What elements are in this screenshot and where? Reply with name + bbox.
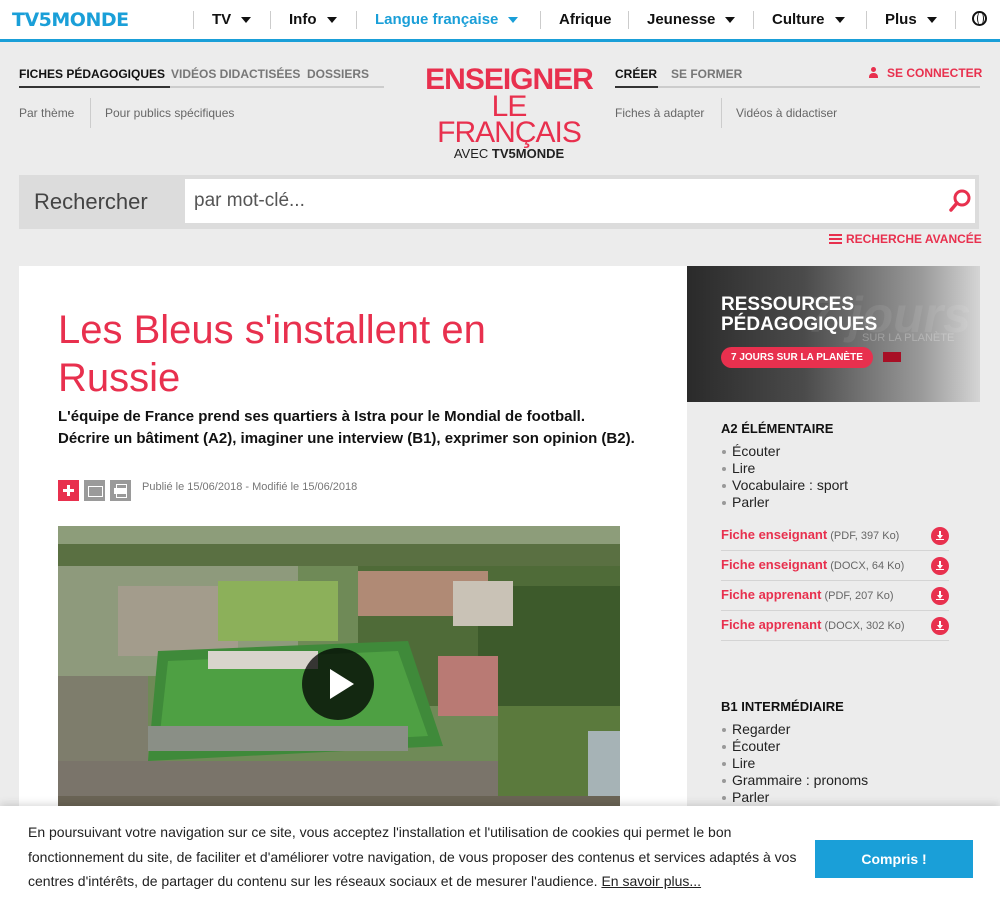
download-icon[interactable] xyxy=(931,556,949,575)
learn-more-link[interactable]: En savoir plus... xyxy=(601,873,701,889)
nav-separator xyxy=(628,11,629,29)
nav-separator xyxy=(270,11,271,29)
tab-active-indicator xyxy=(615,86,658,88)
mail-icon[interactable] xyxy=(84,480,105,501)
file-row[interactable]: Fiche apprenant (DOCX, 302 Ko) xyxy=(721,611,949,641)
video-player[interactable] xyxy=(58,526,620,826)
link-fiches-a-adapter[interactable]: Fiches à adapter xyxy=(615,106,704,120)
tab-se-former[interactable]: SE FORMER xyxy=(671,67,742,81)
tv5monde-logo[interactable]: TV5MONDE xyxy=(12,9,129,31)
article-title: Les Bleus s'installent en Russie xyxy=(58,308,486,400)
play-icon[interactable] xyxy=(302,648,374,720)
user-icon xyxy=(868,67,879,78)
search-icon[interactable] xyxy=(949,189,971,213)
search-label: Rechercher xyxy=(34,189,148,214)
nav-item-culture[interactable]: Culture xyxy=(772,11,845,28)
file-list-a2: Fiche enseignant (PDF, 397 Ko) Fiche ens… xyxy=(721,521,949,641)
print-icon[interactable] xyxy=(110,480,131,501)
chevron-down-icon xyxy=(326,17,337,24)
nav-separator xyxy=(540,11,541,29)
nav-separator xyxy=(866,11,867,29)
cookie-text: En poursuivant votre navigation sur ce s… xyxy=(28,824,797,889)
chevron-down-icon xyxy=(725,17,736,24)
list-item: Grammaire : pronoms xyxy=(721,772,868,789)
skills-list-b1: Regarder Écouter Lire Grammaire : pronom… xyxy=(721,721,868,806)
nav-item-langue-francaise[interactable]: Langue française xyxy=(375,11,519,28)
enseigner-le-francais-logo[interactable]: ENSEIGNER LE FRANÇAIS AVEC TV5MONDE xyxy=(420,65,598,162)
nav-item-info[interactable]: Info xyxy=(289,11,337,28)
download-icon[interactable] xyxy=(931,586,949,605)
banner-pill: 7 JOURS SUR LA PLANÈTE xyxy=(721,347,873,368)
list-item: Écouter xyxy=(721,738,868,755)
banner-decoration xyxy=(883,352,901,362)
skills-list-a2: Écouter Lire Vocabulaire : sport Parler xyxy=(721,443,848,511)
nav-item-tv[interactable]: TV xyxy=(212,11,252,28)
nav-item-jeunesse[interactable]: Jeunesse xyxy=(647,11,736,28)
link-videos-a-didactiser[interactable]: Vidéos à didactiser xyxy=(736,106,837,120)
article-lead: L'équipe de France prend ses quartiers à… xyxy=(58,408,635,447)
file-row[interactable]: Fiche apprenant (PDF, 207 Ko) xyxy=(721,581,949,611)
tab-fiches-pedagogiques[interactable]: FICHES PÉDAGOGIQUES xyxy=(19,67,165,81)
list-item: Lire xyxy=(721,460,848,477)
download-icon[interactable] xyxy=(931,526,949,545)
search-input[interactable] xyxy=(185,179,975,223)
level-title-a2: A2 ÉLÉMENTAIRE xyxy=(721,421,834,436)
share-plus-icon[interactable] xyxy=(58,480,79,501)
link-par-theme[interactable]: Par thème xyxy=(19,106,74,120)
tab-videos-didactisees[interactable]: VIDÉOS DIDACTISÉES xyxy=(171,67,300,81)
nav-separator xyxy=(753,11,754,29)
login-button[interactable]: SE CONNECTER xyxy=(868,66,982,80)
tab-active-indicator xyxy=(19,86,170,88)
top-navigation: TV5MONDE TV Info Langue française Afriqu… xyxy=(0,0,1000,42)
link-separator xyxy=(90,98,91,128)
chevron-down-icon xyxy=(834,17,845,24)
search-bar: Rechercher xyxy=(19,175,979,229)
accept-cookies-button[interactable]: Compris ! xyxy=(815,840,973,878)
article-card: Les Bleus s'installent en Russie L'équip… xyxy=(19,266,687,826)
file-row[interactable]: Fiche enseignant (DOCX, 64 Ko) xyxy=(721,551,949,581)
resources-banner[interactable]: 7 jours SUR LA PLANÈTE RESSOURCES PÉDAGO… xyxy=(687,266,980,402)
tab-underline xyxy=(615,86,980,88)
nav-item-plus[interactable]: Plus xyxy=(885,11,937,28)
list-item: Regarder xyxy=(721,721,868,738)
file-row[interactable]: Fiche enseignant (PDF, 397 Ko) xyxy=(721,521,949,551)
sidebar: 7 jours SUR LA PLANÈTE RESSOURCES PÉDAGO… xyxy=(687,266,980,826)
banner-title: RESSOURCES PÉDAGOGIQUES xyxy=(721,294,878,335)
list-item: Parler xyxy=(721,789,868,806)
chevron-down-icon xyxy=(241,17,252,24)
link-separator xyxy=(721,98,722,128)
link-publics-specifiques[interactable]: Pour publics spécifiques xyxy=(105,106,234,120)
nav-separator xyxy=(955,11,956,29)
list-item: Lire xyxy=(721,755,868,772)
list-item: Écouter xyxy=(721,443,848,460)
nav-item-afrique[interactable]: Afrique xyxy=(559,11,612,28)
tab-creer[interactable]: CRÉER xyxy=(615,67,657,81)
download-icon[interactable] xyxy=(931,616,949,635)
menu-icon xyxy=(829,234,842,244)
level-title-b1: B1 INTERMÉDIAIRE xyxy=(721,699,844,714)
globe-icon[interactable] xyxy=(972,11,987,26)
nav-separator xyxy=(356,11,357,29)
share-tools xyxy=(58,480,136,501)
list-item: Parler xyxy=(721,494,848,511)
publish-date: Publié le 15/06/2018 - Modifié le 15/06/… xyxy=(142,481,358,493)
cookie-banner: En poursuivant votre navigation sur ce s… xyxy=(0,806,1000,911)
nav-separator xyxy=(193,11,194,29)
advanced-search-link[interactable]: RECHERCHE AVANCÉE xyxy=(829,232,982,246)
list-item: Vocabulaire : sport xyxy=(721,477,848,494)
tab-dossiers[interactable]: DOSSIERS xyxy=(307,67,369,81)
chevron-down-icon xyxy=(508,17,519,24)
chevron-down-icon xyxy=(926,17,937,24)
